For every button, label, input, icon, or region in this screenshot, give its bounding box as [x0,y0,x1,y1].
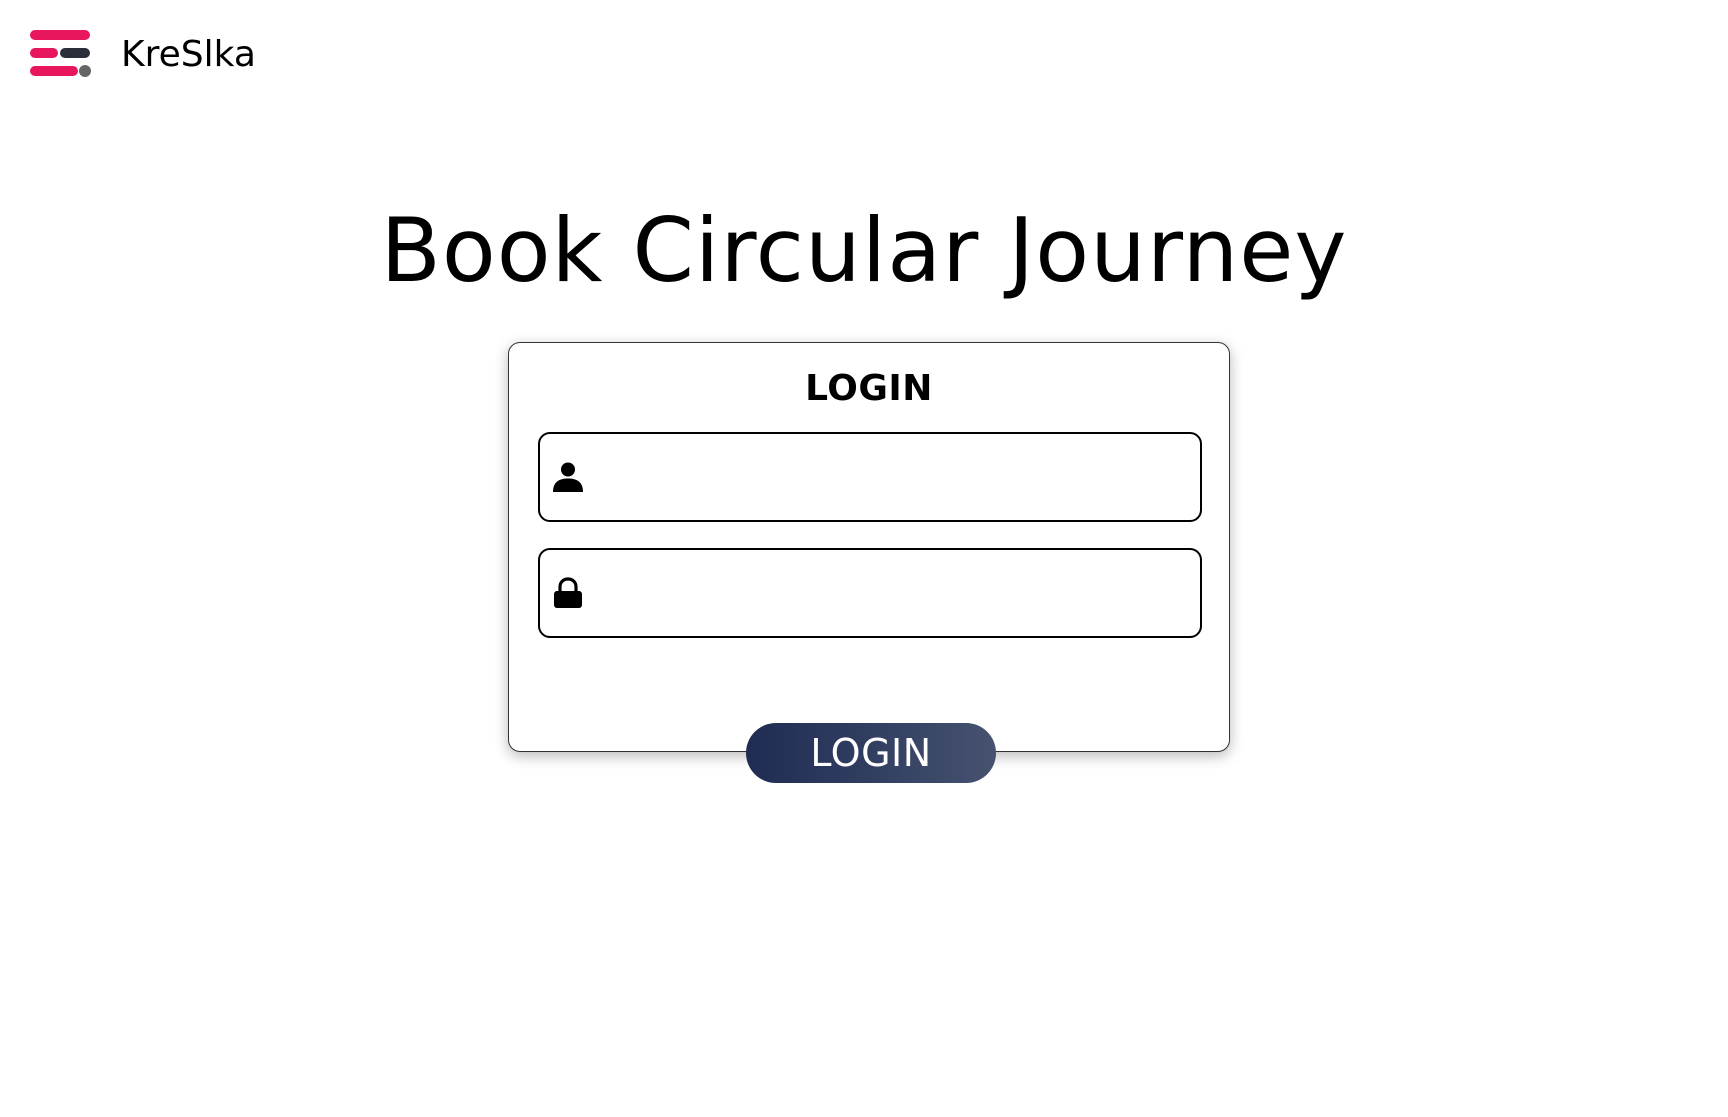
login-button[interactable]: LOGIN [746,723,996,783]
password-input[interactable] [595,563,1194,623]
brand-name: KreSlka [121,34,256,75]
login-heading: LOGIN [805,368,933,409]
lock-icon [554,577,582,608]
page-title: Book Circular Journey [380,199,1348,302]
user-icon [553,462,583,492]
login-card: LOGIN LOGIN [508,342,1230,783]
username-field[interactable] [538,432,1202,522]
username-input[interactable] [595,447,1194,507]
brand-header: KreSlka [30,30,256,80]
kreslka-logo-icon [30,30,91,77]
password-field[interactable] [538,548,1202,638]
